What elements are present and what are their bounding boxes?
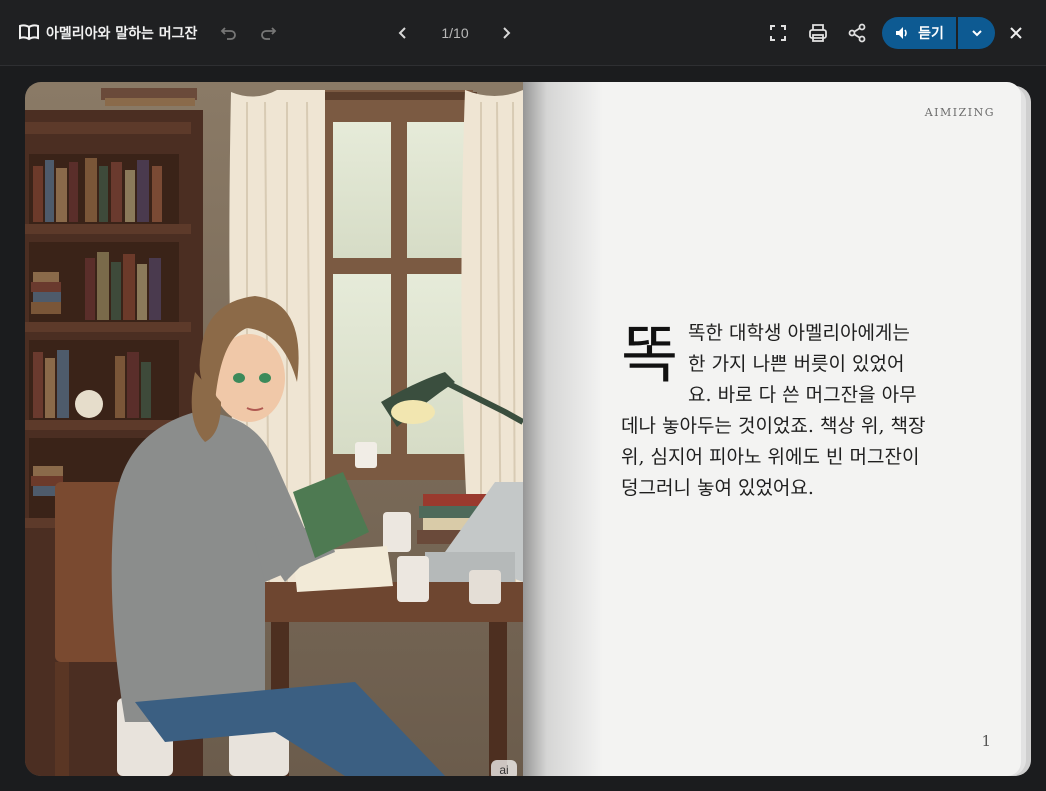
book-title: 아멜리아와 말하는 머그잔 <box>46 26 198 42</box>
listen-options-dropdown[interactable] <box>958 17 995 49</box>
drop-cap: 똑 <box>621 318 679 391</box>
story-illustration: ai <box>25 82 523 776</box>
page-indicator: 1/10 <box>441 25 469 41</box>
gutter-shadow <box>523 82 603 776</box>
chevron-down-icon <box>971 27 983 39</box>
text-page: AIMIZING 똑 똑한 대학생 아멜리아에게는 한 가지 나쁜 버릇이 있었… <box>523 82 1021 776</box>
book-open-icon <box>18 21 40 43</box>
page-number: 1 <box>981 732 991 750</box>
next-page-button[interactable] <box>495 22 517 44</box>
share-button[interactable] <box>846 22 868 44</box>
publisher-brand: AIMIZING <box>924 106 995 119</box>
story-text: 똑 똑한 대학생 아멜리아에게는 한 가지 나쁜 버릇이 있었어요. 바로 다 … <box>621 318 926 504</box>
previous-page-button[interactable] <box>392 22 414 44</box>
undo-button[interactable] <box>218 22 240 44</box>
listen-label: 듣기 <box>918 26 944 42</box>
book-spread: ai AIMIZING 똑 똑한 대학생 아멜리아에게는 한 가지 나쁜 버릇이… <box>25 82 1031 776</box>
fullscreen-button[interactable] <box>767 22 789 44</box>
redo-button[interactable] <box>257 22 279 44</box>
listen-button[interactable]: 듣기 <box>882 17 956 49</box>
speaker-icon <box>894 25 910 41</box>
print-button[interactable] <box>807 22 829 44</box>
close-button[interactable] <box>1005 22 1027 44</box>
toolbar: 아멜리아와 말하는 머그잔 1/10 듣기 <box>0 0 1046 66</box>
ai-generated-badge: ai <box>491 760 517 776</box>
